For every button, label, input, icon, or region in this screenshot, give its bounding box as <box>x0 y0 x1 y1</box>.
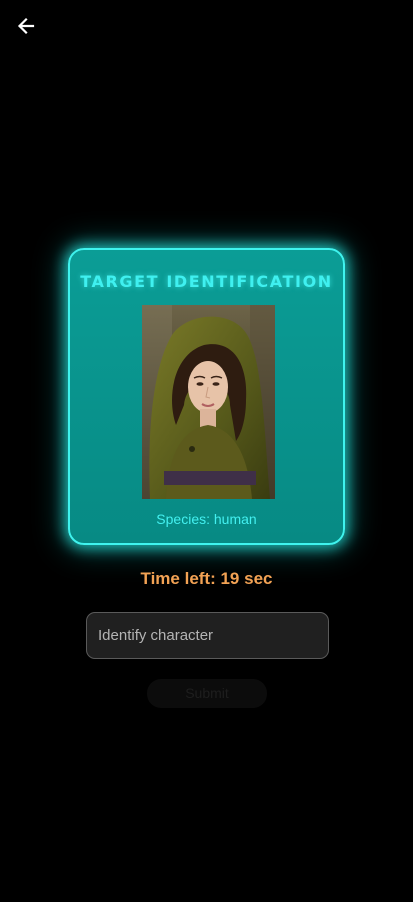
identification-screen: TARGET IDENTIFICATION Species: human Tim… <box>0 0 413 902</box>
character-portrait <box>142 305 275 499</box>
identify-field[interactable] <box>86 612 329 659</box>
back-button[interactable] <box>10 10 42 42</box>
time-left-label: Time left: 19 sec <box>140 569 273 588</box>
arrow-left-icon <box>17 17 35 35</box>
card-title: TARGET IDENTIFICATION <box>80 272 333 291</box>
submit-button[interactable]: Submit <box>147 679 267 708</box>
species-label: Species: human <box>156 511 257 527</box>
target-card: TARGET IDENTIFICATION Species: human <box>68 248 345 545</box>
identify-character-input[interactable] <box>87 613 328 658</box>
